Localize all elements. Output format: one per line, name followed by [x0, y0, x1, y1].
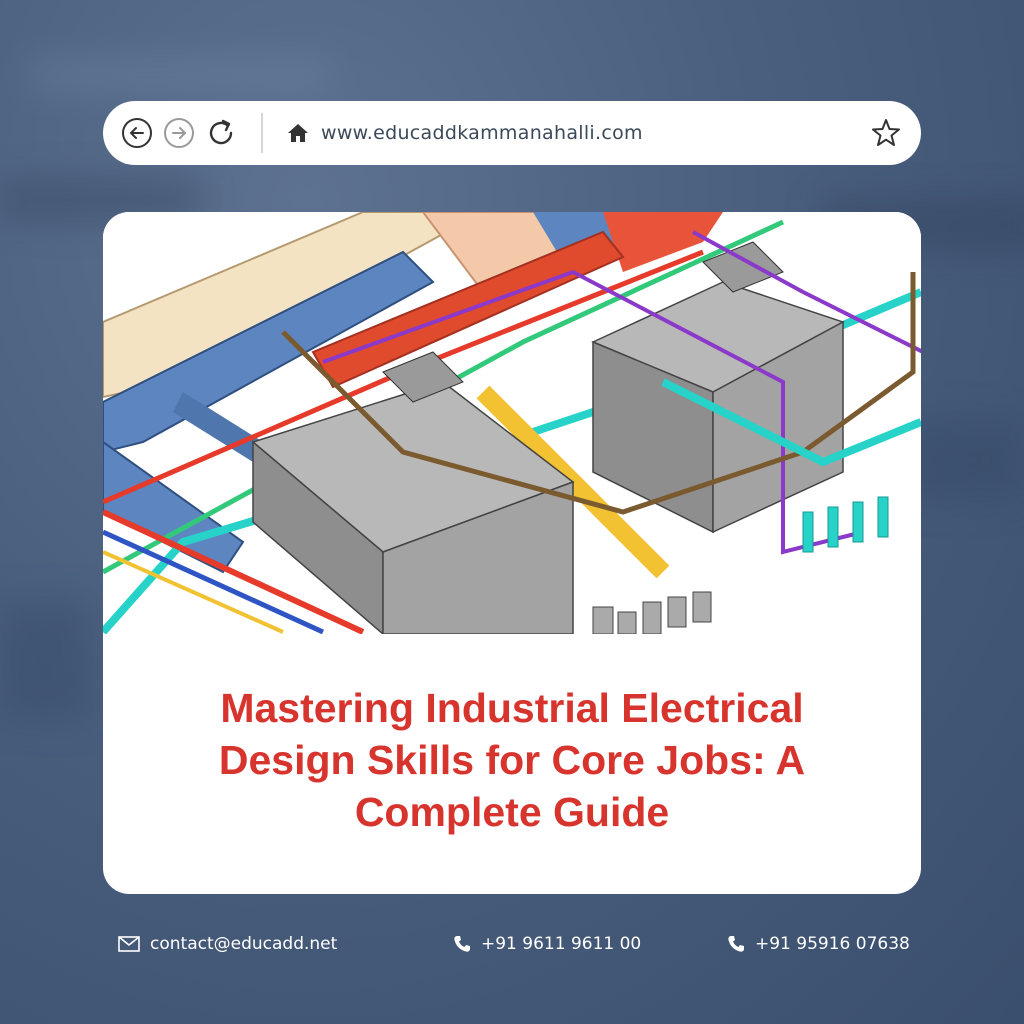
article-card[interactable]: Mastering Industrial Electrical Design S… — [103, 212, 921, 894]
phone-contact-2[interactable]: +91 95916 07638 — [727, 934, 910, 954]
email-contact[interactable]: contact@educadd.net — [118, 934, 337, 954]
title-line-2: Design Skills for Core Jobs: A — [218, 737, 806, 783]
phone-contact-1[interactable]: +91 9611 9611 00 — [453, 934, 641, 954]
forward-button[interactable] — [163, 117, 195, 149]
email-text[interactable]: contact@educadd.net — [150, 934, 337, 954]
home-icon[interactable] — [285, 120, 311, 146]
article-title: Mastering Industrial Electrical Design S… — [143, 682, 881, 838]
browser-address-bar[interactable]: www.educaddkammanahalli.com — [103, 101, 921, 165]
title-line-1: Mastering Industrial Electrical — [220, 685, 804, 731]
phone-text-2[interactable]: +91 95916 07638 — [755, 934, 910, 954]
reload-button[interactable] — [205, 117, 237, 149]
hero-image — [103, 212, 921, 634]
phone-text-1[interactable]: +91 9611 9611 00 — [481, 934, 641, 954]
arrow-left-circle-icon — [122, 118, 152, 148]
back-button[interactable] — [121, 117, 153, 149]
mail-icon — [118, 936, 140, 952]
phone-icon — [728, 936, 744, 952]
arrow-right-circle-icon — [164, 118, 194, 148]
contact-footer: contact@educadd.net +91 9611 9611 00 +91… — [0, 934, 1024, 964]
reload-icon — [209, 119, 233, 145]
title-line-3: Complete Guide — [354, 789, 670, 835]
star-icon[interactable] — [869, 116, 903, 150]
mep-model-illustration — [103, 212, 921, 634]
toolbar-divider — [261, 113, 263, 153]
url-text[interactable]: www.educaddkammanahalli.com — [321, 122, 869, 144]
phone-icon — [454, 936, 470, 952]
